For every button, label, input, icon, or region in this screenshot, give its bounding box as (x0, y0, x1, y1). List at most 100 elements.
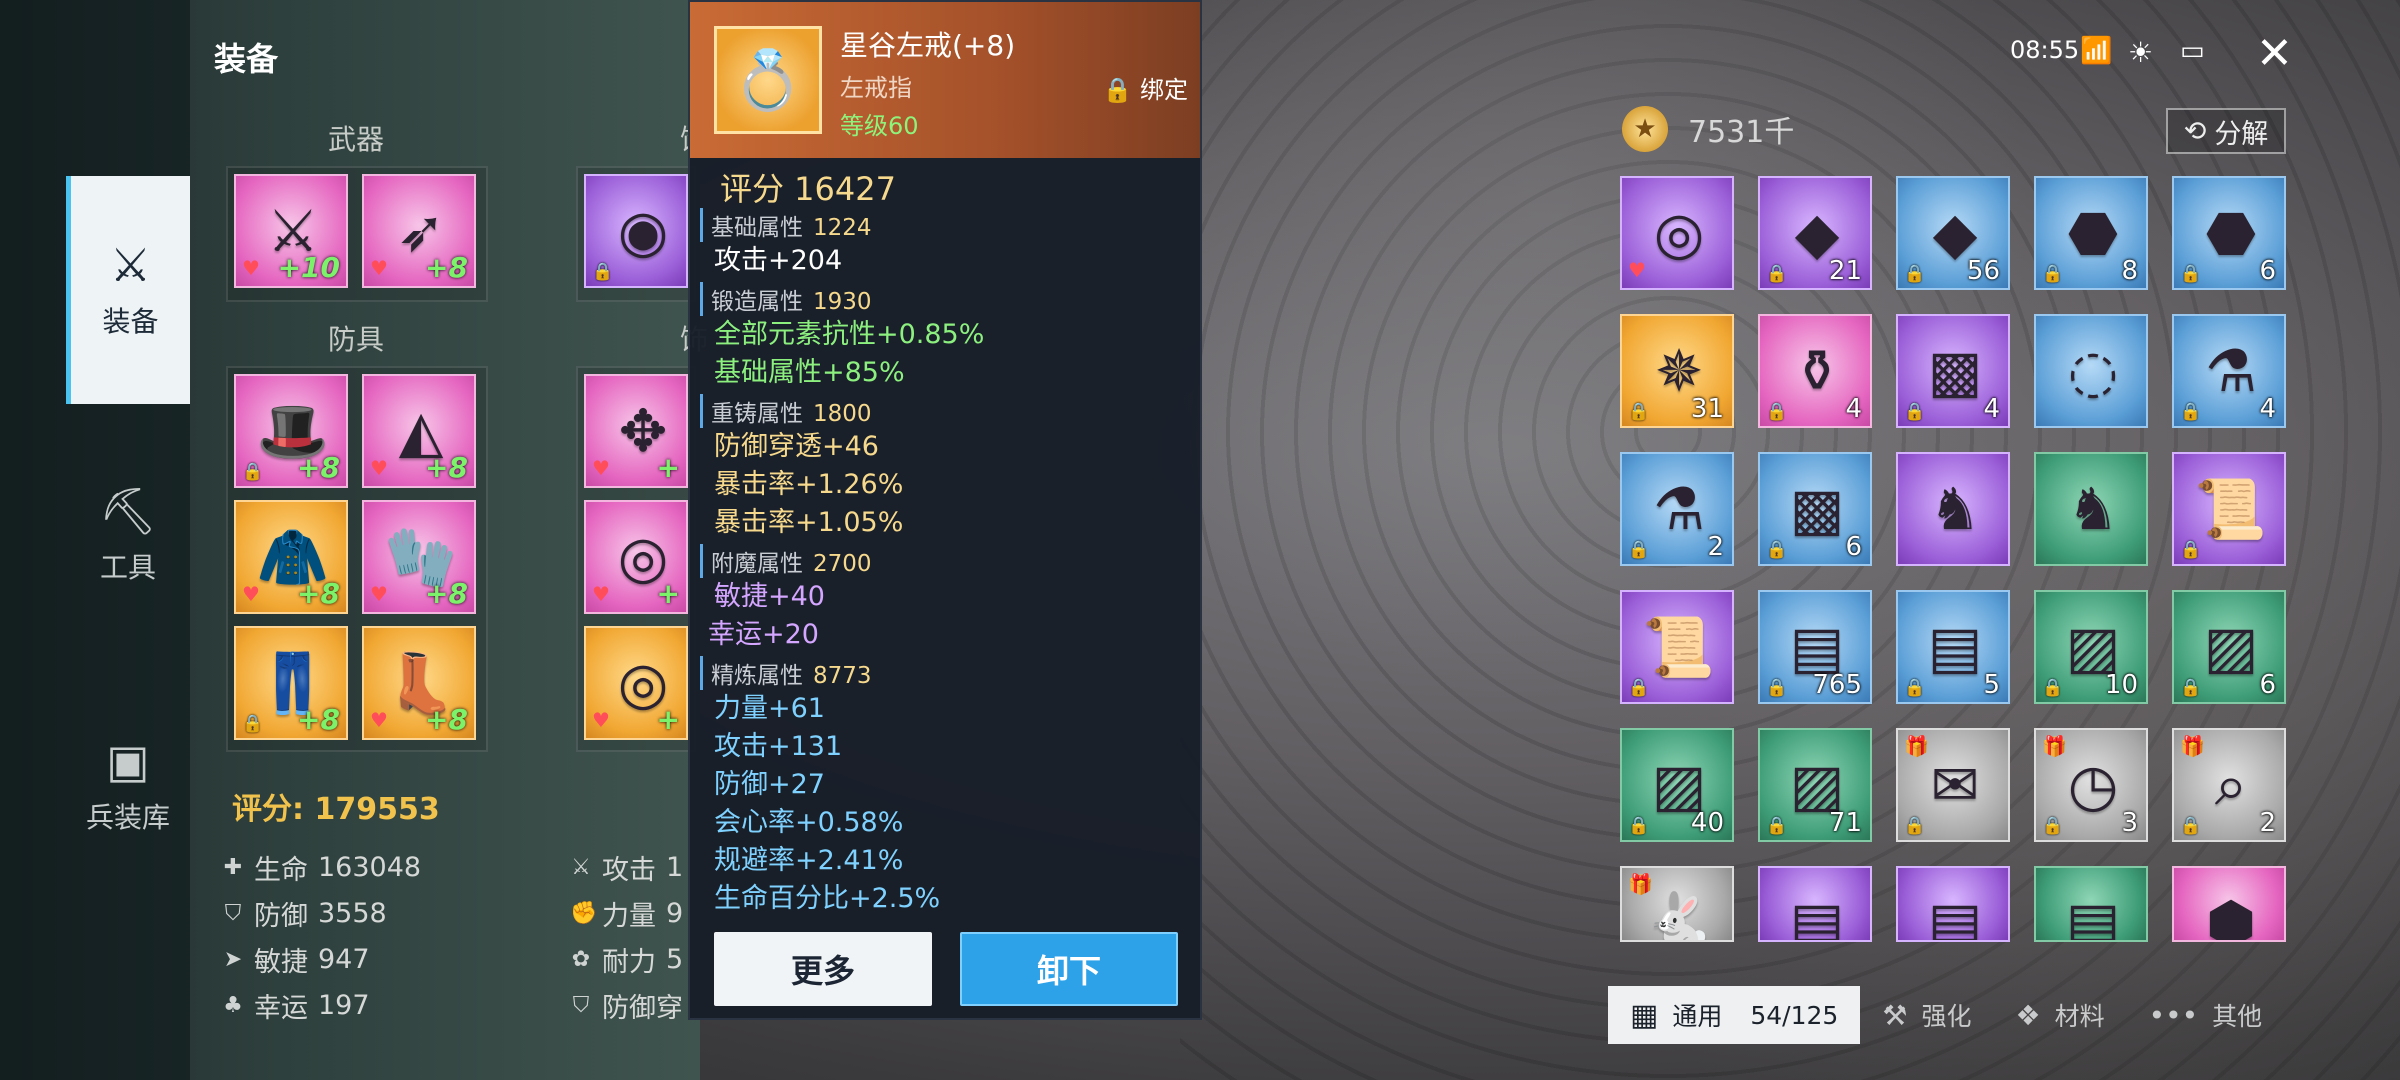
lock-icon: 🔒 (1904, 678, 1926, 698)
tooltip-header: 💍 星谷左戒(+8) 左戒指 等级60 🔒 绑定 (690, 2, 1200, 158)
lock-icon: 🔒 (2042, 816, 2064, 836)
inventory-slot[interactable]: ◌ (2034, 314, 2148, 428)
weapon-slot[interactable]: ⚔ ♥ +10 (234, 174, 348, 288)
close-icon[interactable]: ✕ (2256, 28, 2293, 79)
inventory-slot[interactable]: ✵ 🔒 31 (1620, 314, 1734, 428)
armor-slot-shoulder[interactable]: ◭ ♥ +8 (362, 374, 476, 488)
enhance-level: +8 (425, 577, 468, 610)
stat-label: 生命 (254, 855, 308, 886)
stat-label: 幸运 (254, 993, 308, 1024)
lock-icon: 🔒 (242, 462, 264, 482)
attr-line: 防御+27 (714, 769, 825, 800)
favorite-heart-icon: ♥ (242, 582, 260, 606)
unequip-button[interactable]: 卸下 (960, 932, 1178, 1006)
inventory-slot[interactable]: ◆ 🔒 21 (1758, 176, 1872, 290)
item-count: 5 (1983, 670, 2000, 700)
nav-tab-label: 兵装库 (85, 801, 170, 834)
inventory-slot[interactable]: ⬣ 🔒 6 (2172, 176, 2286, 290)
inventory-slot[interactable]: ▤ 🔒 765 (1758, 590, 1872, 704)
attr-line: 规避率+2.41% (714, 845, 904, 876)
inventory-slot[interactable]: ▨ 🔒 71 (1758, 728, 1872, 842)
stat-value: 947 (318, 944, 370, 975)
lock-icon: 🔒 (2042, 264, 2064, 284)
weapon-slot[interactable]: ➶ ♥ +8 (362, 174, 476, 288)
favorite-heart-icon: ♥ (370, 456, 388, 480)
inventory-slot[interactable]: ♞ (1896, 452, 2010, 566)
armor-slot-hat[interactable]: 🎩 🔒 +8 (234, 374, 348, 488)
armor-slot-gloves[interactable]: 🧤 ♥ +8 (362, 500, 476, 614)
lock-icon: 🔒 (1766, 402, 1788, 422)
armor-slot-boots[interactable]: 👢 ♥ +8 (362, 626, 476, 740)
attr-line: 暴击率+1.26% (714, 469, 904, 500)
stat-label: 力量 (602, 901, 656, 932)
shield-pierce-icon: ⛉ (572, 993, 590, 1018)
inventory-slot[interactable]: ⬣ 🔒 8 (2034, 176, 2148, 290)
nav-tab-armory[interactable]: ▣ 兵装库 (66, 726, 190, 846)
nav-tab-tools[interactable]: ⛏ 工具 (66, 476, 190, 596)
item-count: 6 (2259, 256, 2276, 286)
chest-icon: ▣ (106, 734, 150, 788)
item-type: 左戒指 (840, 74, 912, 102)
tab-general[interactable]: ▦ 通用 54/125 (1608, 986, 1861, 1044)
accessory-slot-amulet[interactable]: ◉ 🔒 (584, 174, 688, 288)
lock-icon: 🔒 (592, 262, 614, 282)
inventory-slot[interactable]: ▩ 🔒 4 (1896, 314, 2010, 428)
horse-icon: ♞ (2067, 475, 2119, 543)
inventory-slot[interactable]: ▤ 🔒 5 (1896, 590, 2010, 704)
favorite-heart-icon: ♥ (592, 456, 610, 480)
inventory-slot[interactable]: 🐇 🎁 (1620, 866, 1734, 942)
inventory-slot[interactable]: ♞ (2034, 452, 2148, 566)
stat-label: 防御 (254, 901, 308, 932)
inventory-slot[interactable]: ⚗ 🔒 4 (2172, 314, 2286, 428)
shield-icon: ⛉ (224, 901, 242, 926)
inventory-slot[interactable]: ▤ (2034, 866, 2148, 942)
inventory-slot[interactable]: ⚗ 🔒 2 (1620, 452, 1734, 566)
inventory-slot[interactable]: 📜 🔒 (2172, 452, 2286, 566)
inventory-slot[interactable]: ▨ 🔒 10 (2034, 590, 2148, 704)
bind-label: 绑定 (1140, 76, 1188, 104)
inventory-slot[interactable]: ▩ 🔒 6 (1758, 452, 1872, 566)
inventory-slot[interactable]: ⌕ 🎁 🔒 2 (2172, 728, 2286, 842)
favorite-heart-icon: ♥ (592, 582, 610, 606)
armor-slot-pants[interactable]: 👖 🔒 +8 (234, 626, 348, 740)
tab-other[interactable]: ••• 其他 (2127, 986, 2285, 1044)
gold-currency: ★ 7531千 (1622, 106, 1794, 152)
armor-slot-coat[interactable]: 🧥 ♥ +8 (234, 500, 348, 614)
tab-material[interactable]: ❖ 材料 (1993, 986, 2126, 1044)
inventory-slot[interactable]: ◆ 🔒 56 (1896, 176, 2010, 290)
inventory-slot[interactable]: ◷ 🎁 🔒 3 (2034, 728, 2148, 842)
inventory-slot[interactable]: 📜 🔒 (1620, 590, 1734, 704)
nav-tab-equipment[interactable]: ⚔ 装备 (66, 176, 190, 404)
tab-enhance[interactable]: ⚒ 强化 (1860, 986, 1993, 1044)
attr-line: 暴击率+1.05% (714, 507, 904, 538)
lock-icon: 🔒 (1904, 264, 1926, 284)
inventory-slot[interactable]: ▨ 🔒 40 (1620, 728, 1734, 842)
decompose-label: 分解 (2214, 118, 2269, 150)
attr-line: 基础属性+85% (714, 357, 905, 388)
powder-icon: ◌ (2067, 337, 2119, 405)
ring-icon: ◎ (1653, 199, 1705, 267)
inventory-slot[interactable]: ▤ (1896, 866, 2010, 942)
decompose-button[interactable]: ⟲ 分解 (2166, 108, 2286, 154)
inventory-slot[interactable]: ◎ ♥ (1620, 176, 1734, 290)
inventory-slot[interactable]: ✉ 🎁 🔒 (1896, 728, 2010, 842)
item-count: 4 (2259, 394, 2276, 424)
more-button[interactable]: 更多 (714, 932, 932, 1006)
accessory-slot-earring[interactable]: ✥ ♥ + (584, 374, 688, 488)
gift-icon: 🎁 (2042, 734, 2067, 758)
stat-value: 163048 (318, 852, 422, 883)
stat-label: 攻击 (602, 855, 656, 886)
inventory-slot[interactable]: ⚱ 🔒 4 (1758, 314, 1872, 428)
inventory-slot[interactable]: ▨ 🔒 6 (2172, 590, 2286, 704)
tab-label: 材料 (2054, 1002, 2105, 1031)
gem-icon: ⬢ (2205, 889, 2257, 942)
accessory-slot-ring-left[interactable]: ◎ ♥ + (584, 626, 688, 740)
item-count: 3 (2121, 808, 2138, 838)
inventory-slot[interactable]: ⬢ (2172, 866, 2286, 942)
attr-line: 幸运+20 (708, 619, 819, 650)
item-level: 等级60 (840, 112, 919, 140)
inventory-slot[interactable]: ▤ (1758, 866, 1872, 942)
item-name: 星谷左戒(+8) (840, 29, 1016, 62)
accessory-slot-ring[interactable]: ◎ ♥ + (584, 500, 688, 614)
decompose-icon: ⟲ (2183, 115, 2207, 147)
